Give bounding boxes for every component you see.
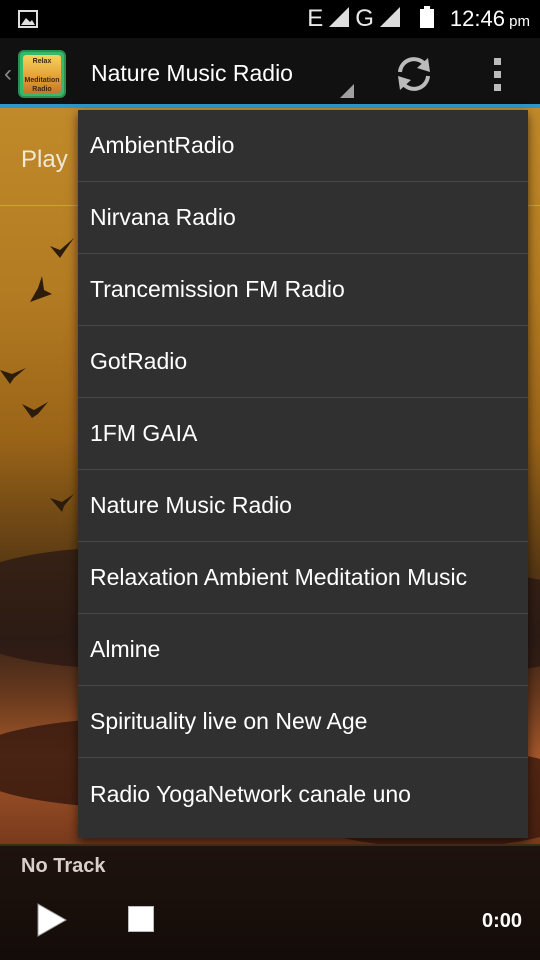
bird-icon	[22, 402, 48, 418]
player-divider	[0, 844, 540, 846]
more-vertical-icon-dot-3	[494, 84, 501, 91]
signal-strength-icon	[329, 6, 350, 32]
action-bar: ‹ Relax Meditation Radio Nature Music Ra…	[0, 38, 540, 108]
dropdown-item-nirvana-radio[interactable]: Nirvana Radio	[78, 182, 528, 254]
selected-station: Nature Music Radio	[91, 60, 293, 86]
battery-icon	[419, 5, 434, 33]
dropdown-item-almine[interactable]: Almine	[78, 614, 528, 686]
dropdown-item-nature-music-radio[interactable]: Nature Music Radio	[78, 470, 528, 542]
playback-time: 0:00	[481, 910, 522, 932]
status-bar: E G 12:46 pm	[0, 0, 540, 38]
more-vertical-icon-dot-1	[494, 58, 501, 65]
player-bar: No Track 0:00	[0, 844, 540, 960]
play-label: Play	[21, 146, 68, 173]
overflow-menu-button[interactable]	[484, 52, 512, 96]
station-spinner[interactable]: Nature Music Radio	[78, 38, 360, 104]
clock-time: 12:46	[449, 6, 505, 31]
play-button[interactable]	[34, 902, 70, 938]
status-clock: 12:46 pm	[450, 6, 530, 32]
station-dropdown-menu: AmbientRadio Nirvana Radio Trancemission…	[78, 110, 528, 838]
dropdown-item-1fm-gaia[interactable]: 1FM GAIA	[78, 398, 528, 470]
app-logo[interactable]: Relax Meditation Radio	[18, 50, 66, 98]
back-chevron-icon[interactable]: ‹	[4, 60, 12, 88]
dropdown-item-gotradio[interactable]: GotRadio	[78, 326, 528, 398]
refresh-button[interactable]	[392, 52, 436, 96]
app-logo-text-1: Relax	[32, 58, 52, 65]
stop-button[interactable]	[128, 906, 154, 932]
bird-icon	[50, 494, 74, 512]
status-indicators: E G 12:46 pm	[307, 0, 530, 38]
spinner-arrow-icon	[340, 84, 354, 98]
image-notification-icon	[18, 10, 38, 33]
network-type-e: E	[307, 5, 324, 32]
refresh-icon	[398, 57, 430, 91]
dropdown-item-ambientradio[interactable]: AmbientRadio	[78, 110, 528, 182]
dropdown-item-radio-yoganetwork-canale-uno[interactable]: Radio YogaNetwork canale uno	[78, 758, 528, 830]
bird-icon	[0, 368, 26, 384]
network-type-g: G	[355, 5, 374, 32]
dropdown-item-relaxation-ambient-meditation-music[interactable]: Relaxation Ambient Meditation Music	[78, 542, 528, 614]
app-logo-image: Relax Meditation Radio	[23, 55, 61, 93]
clock-ampm: pm	[509, 13, 530, 30]
dropdown-item-spirituality-live-on-new-age[interactable]: Spirituality live on New Age	[78, 686, 528, 758]
app-logo-text-3: Radio	[32, 86, 52, 93]
more-vertical-icon-dot-2	[494, 71, 501, 78]
bird-icon	[30, 276, 52, 302]
dropdown-item-trancemission-fm-radio[interactable]: Trancemission FM Radio	[78, 254, 528, 326]
play-icon	[37, 903, 68, 937]
signal-strength-icon-2	[379, 6, 400, 32]
bird-icon	[50, 238, 74, 258]
track-label: No Track	[21, 855, 106, 877]
app-logo-text-2: Meditation	[24, 77, 60, 84]
